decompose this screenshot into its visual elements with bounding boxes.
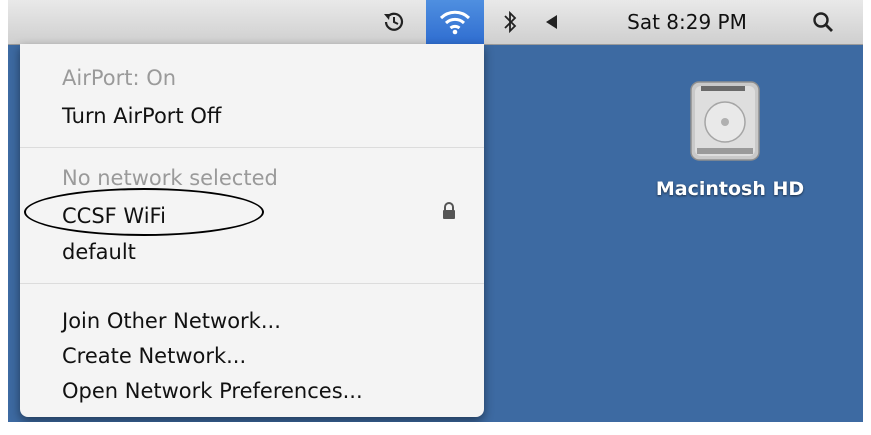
macintosh-hd-label[interactable]: Macintosh HD (640, 178, 820, 200)
volume-icon[interactable] (540, 0, 564, 44)
menu-bar: Sat 8:29 PM (8, 0, 863, 45)
menubar-clock[interactable]: Sat 8:29 PM (604, 0, 770, 44)
annotation-circle (24, 188, 264, 236)
open-network-preferences-item[interactable]: Open Network Preferences... (62, 379, 363, 403)
time-machine-icon[interactable] (376, 0, 412, 44)
menu-separator (20, 147, 484, 148)
desktop-screen: Sat 8:29 PM Macintosh HD AirPort: On Tur… (8, 0, 863, 422)
airport-menu: AirPort: On Turn AirPort Off No network … (20, 44, 484, 417)
spotlight-search-icon[interactable] (808, 0, 838, 44)
menu-separator (20, 283, 484, 284)
hard-drive-icon[interactable] (685, 78, 765, 168)
bluetooth-icon[interactable] (498, 0, 522, 44)
no-network-label: No network selected (62, 166, 278, 190)
join-other-network-item[interactable]: Join Other Network... (62, 309, 281, 333)
create-network-item[interactable]: Create Network... (62, 344, 246, 368)
wifi-icon[interactable] (426, 0, 484, 44)
turn-airport-off-item[interactable]: Turn AirPort Off (62, 104, 221, 128)
lock-icon (441, 202, 457, 224)
airport-status: AirPort: On (62, 66, 177, 90)
network-item-default[interactable]: default (62, 240, 136, 264)
